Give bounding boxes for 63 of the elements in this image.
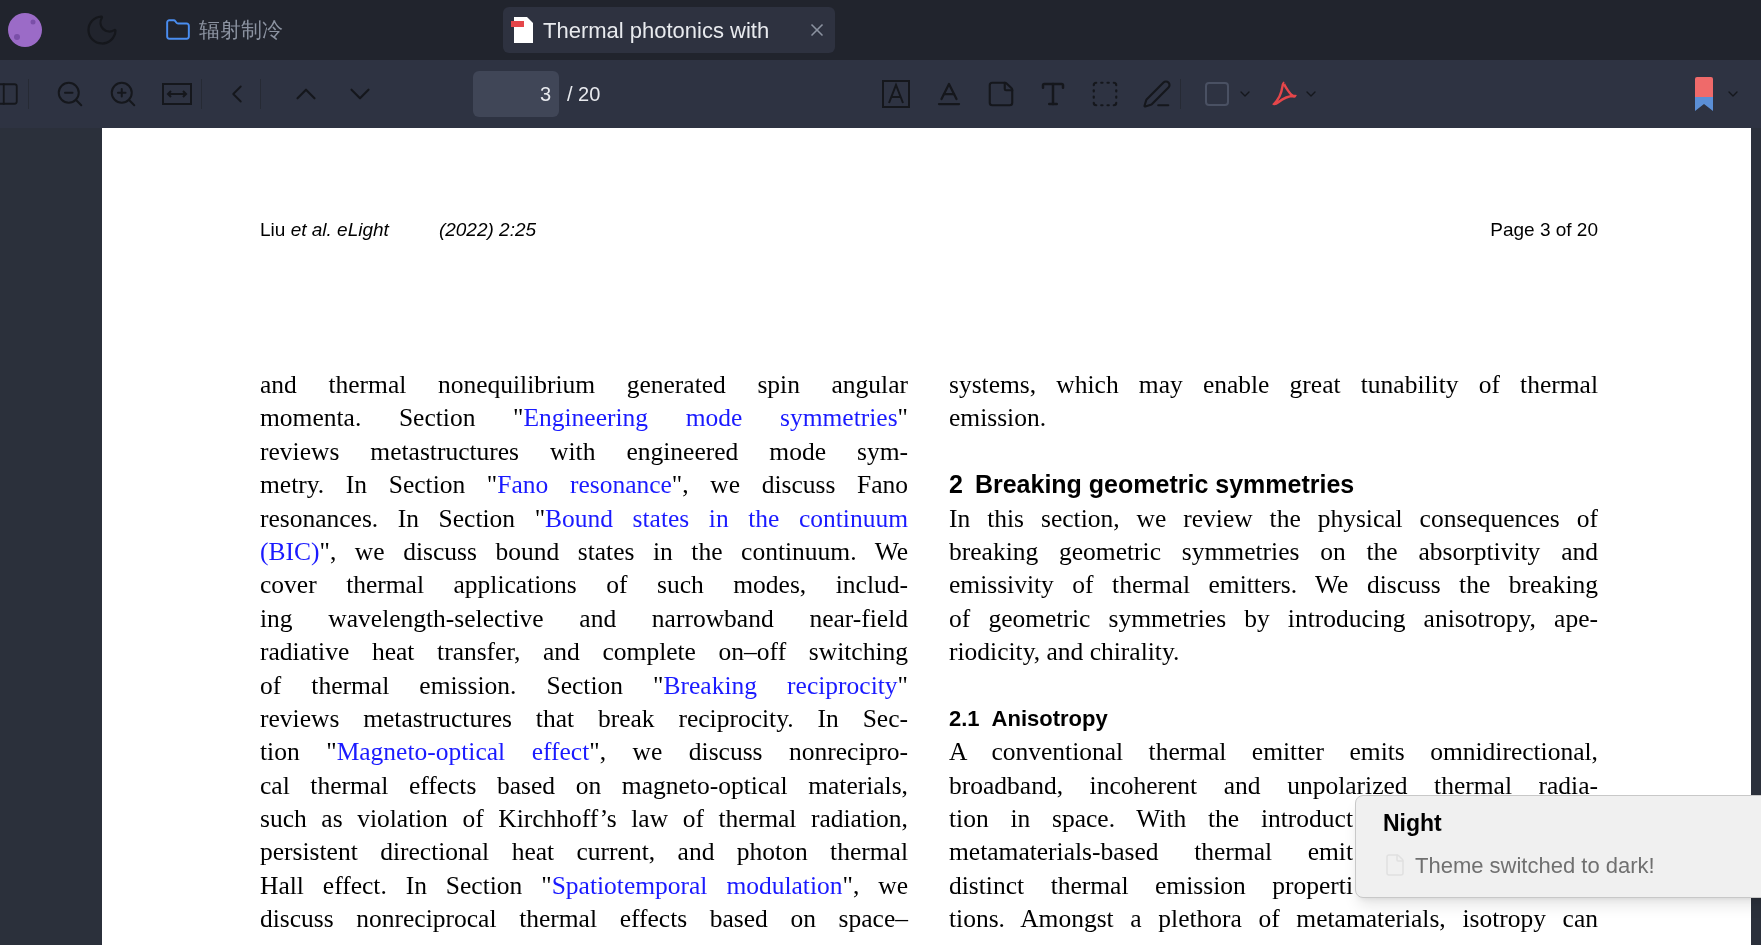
text-line: such as violation of Kirchhoff’s law of thermal radiation,: [260, 803, 908, 836]
link[interactable]: Bound states in the continuum: [545, 503, 908, 533]
text-line: tions. Amongst a plethora of metamaterials, isotropy can: [949, 903, 1598, 936]
text-line: riodicity, and chirality.: [949, 636, 1181, 669]
page-number-field[interactable]: 3: [473, 71, 559, 117]
text-line: reviews metastructures with engineered mode sym-: [260, 435, 908, 468]
link[interactable]: Fano resonance: [497, 470, 672, 500]
text-line: systems, which may enable great tunability of thermal: [949, 369, 1598, 401]
folder-icon: [165, 17, 191, 43]
tab-title: Thermal photonics with: [543, 16, 770, 45]
text-line: emissivity of thermal emitters. We discuss the breaking: [949, 569, 1598, 602]
page-total: / 20: [567, 82, 601, 107]
text-line: ing wavelength-selective and narrowband near-field: [260, 602, 908, 635]
section-number: 2: [949, 469, 963, 501]
text-line: reviews metastructures that break reciprocity. In Sec-: [260, 702, 908, 735]
citation: Liu et al. eLight: [260, 217, 389, 242]
text-line: and thermal nonequilibrium generated spin angular: [260, 369, 908, 401]
text-line: breaking geometric symmetries on the absorptivity and: [949, 535, 1598, 568]
link[interactable]: Spatiotemporal modulation: [551, 870, 843, 900]
text-line: tion "Magneto-optical effect", we discuss nonrecipro-: [260, 736, 908, 769]
text-line: metamaterials-based thermal emit: [949, 836, 1353, 869]
text-line: A conventional thermal emitter emits omnidirectional,: [949, 736, 1598, 769]
toast-message: Theme switched to dark!: [1415, 851, 1655, 880]
avatar-icon[interactable]: [8, 13, 42, 47]
text-line: distinct thermal emission properti: [949, 869, 1353, 902]
folder-link[interactable]: 辐射制冷: [165, 14, 283, 46]
text-line: cal thermal effects based on magneto-optical materials,: [260, 769, 908, 802]
text-line: persistent directional heat current, and photon thermal: [260, 836, 908, 869]
text-line: metry. In Section "Fano resonance", we discuss Fano: [260, 469, 908, 502]
volume: (2022) 2:25: [438, 217, 537, 242]
link[interactable]: Magneto-optical effect: [336, 737, 590, 767]
document-tab[interactable]: Thermal photonics with: [503, 7, 835, 53]
bookmark-icon: [1695, 77, 1713, 111]
text-line: radiative heat transfer, and complete on–off switching: [260, 636, 908, 669]
color-swatch-icon: [1205, 82, 1230, 106]
text-line: broadband, incoherent and unpolarized thermal radia-: [949, 769, 1598, 802]
zoom-out-icon[interactable]: [55, 79, 85, 109]
text-line: emission.: [949, 402, 1048, 435]
text-line: of thermal emission. Section "Breaking reciprocity": [260, 669, 908, 702]
text-line: of geometric symmetries by introducing anisotropy, ape-: [949, 602, 1598, 635]
acrobat-icon: [1271, 80, 1300, 108]
text-line: Hall effect. In Section "Spatiotemporal modulation", we: [260, 869, 908, 902]
text-line: In this section, we review the physical consequences of: [949, 502, 1598, 535]
sidebar-toggle-icon[interactable]: [0, 81, 20, 107]
text-line: cover thermal applications of such modes, includ-: [260, 569, 908, 602]
text-box-icon[interactable]: [882, 80, 911, 108]
section-number: 2.1: [949, 705, 980, 734]
fit-width-icon[interactable]: [161, 81, 193, 107]
text-line: resonances. In Section "Bound states in the continuum: [260, 502, 908, 535]
subsection-heading: Anisotropy: [991, 705, 1108, 734]
page-label: Page 3 of 20: [1490, 217, 1598, 242]
text-line: momenta. Section "Engineering mode symmetries": [260, 402, 908, 435]
link[interactable]: (BIC): [260, 536, 320, 566]
link[interactable]: Breaking reciprocity: [663, 670, 898, 700]
toast-title: Night: [1383, 809, 1443, 838]
pdf-file-icon: [511, 16, 535, 44]
zoom-in-icon[interactable]: [108, 79, 138, 109]
text-line: (BIC)", we discuss bound states in the continuum. We: [260, 535, 908, 568]
signature-icon[interactable]: [1142, 79, 1173, 109]
text-line: tion in space. With the introduct: [949, 803, 1353, 836]
text-line: discuss nonreciprocal thermal effects based on space–: [260, 903, 908, 936]
section-heading: Breaking geometric symmetries: [974, 469, 1355, 501]
link[interactable]: Engineering mode symmetries: [523, 403, 898, 433]
